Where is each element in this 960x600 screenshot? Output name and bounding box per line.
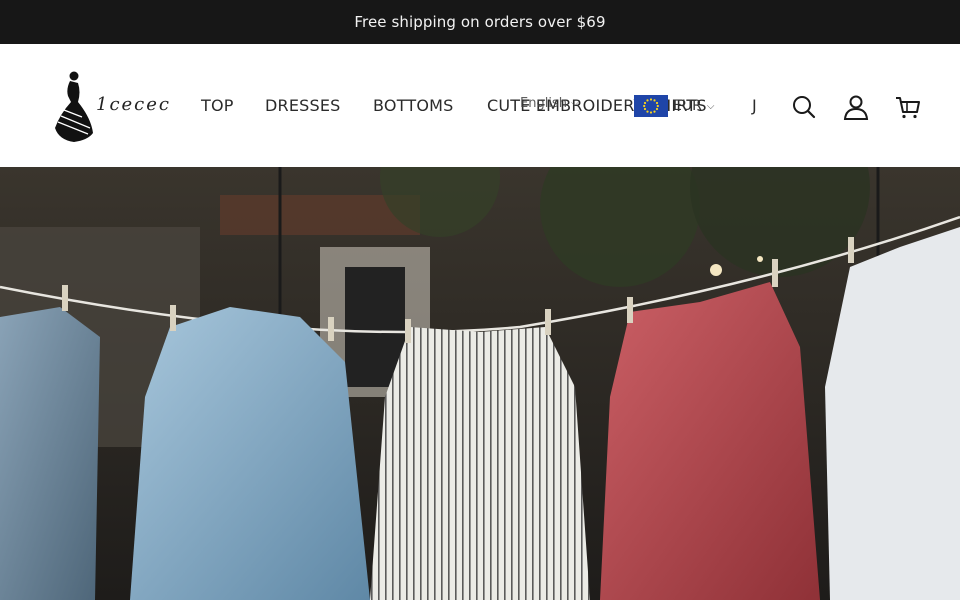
chevron-down-icon: ⌵ <box>570 98 579 109</box>
site-header: 1cecec TOP DRESSES BOTTOMS CUTE EMBROIDE… <box>0 44 960 167</box>
account-icon <box>843 95 869 120</box>
currency-code: EUR <box>673 98 702 114</box>
cart-icon <box>896 97 920 119</box>
logo[interactable]: 1cecec <box>52 70 176 144</box>
announcement-text: Free shipping on orders over $69 <box>354 13 606 31</box>
currency-selector[interactable]: EUR ⌵ <box>634 95 714 117</box>
language-selector[interactable]: English ⌵ <box>520 96 579 111</box>
chevron-down-icon: ⌵ <box>706 100 715 112</box>
nav-item-dresses[interactable]: DRESSES <box>265 96 341 115</box>
logo-figure-icon <box>55 71 93 142</box>
account-button[interactable] <box>842 93 870 121</box>
cart-button[interactable] <box>894 93 922 121</box>
logo-text: 1cecec <box>96 94 171 115</box>
eu-flag-icon <box>634 95 668 117</box>
search-button[interactable] <box>790 93 818 121</box>
nav-item-bottoms[interactable]: BOTTOMS <box>373 96 454 115</box>
hero-banner-image <box>0 167 960 600</box>
nav-item-top[interactable]: TOP <box>201 96 234 115</box>
announcement-bar: Free shipping on orders over $69 <box>0 0 960 44</box>
search-icon <box>793 96 816 119</box>
nav-item-truncated[interactable]: J <box>752 96 757 115</box>
language-label: English <box>520 96 567 111</box>
